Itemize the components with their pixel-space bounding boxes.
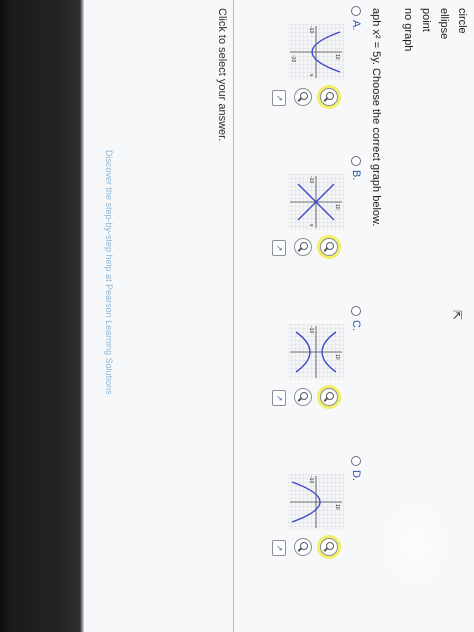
graph-a: 10 -10 x -10 bbox=[288, 24, 344, 80]
footer-note: Discover the step-by-step help at Pearso… bbox=[104, 150, 114, 395]
photo-stage: circle ellipse point no graph ⇱ aph x² =… bbox=[0, 0, 474, 632]
graph-d-tick-neg: -10 bbox=[308, 476, 314, 483]
choice-d-label: D. bbox=[349, 470, 362, 481]
radio-button-b[interactable] bbox=[350, 156, 361, 166]
option-no-graph[interactable]: no graph bbox=[402, 8, 414, 51]
click-to-select-note: Click to select your answer. bbox=[216, 8, 228, 142]
graph-a-tick-neg: -10 bbox=[308, 26, 314, 33]
zoom-a-secondary-icon[interactable] bbox=[294, 88, 312, 106]
graph-d-tick-pos: 10 bbox=[334, 504, 340, 510]
graph-b-tick-neg: -10 bbox=[308, 176, 314, 183]
question-text: aph x² = 5y. Choose the correct graph be… bbox=[370, 8, 382, 227]
graph-a-tick-pos: 10 bbox=[334, 54, 340, 60]
graph-b: 10 -10 x bbox=[288, 174, 344, 230]
pointer-cursor-icon: ⇱ bbox=[450, 310, 464, 321]
option-ellipse[interactable]: ellipse bbox=[438, 8, 450, 39]
choice-d[interactable]: D. 10 -10 ↗ bbox=[242, 456, 362, 606]
choice-c[interactable]: C. 10 -10 ↗ bbox=[242, 306, 362, 456]
graph-c: 10 -10 bbox=[288, 324, 344, 380]
radio-button-a[interactable] bbox=[350, 6, 361, 16]
graph-c-tick-neg: -10 bbox=[308, 326, 314, 333]
choice-c-label: C. bbox=[349, 320, 362, 331]
choice-a[interactable]: A. 10 -10 x -10 ↗ bbox=[242, 6, 362, 156]
zoom-c-icon[interactable] bbox=[320, 388, 338, 406]
zoom-b-secondary-icon[interactable] bbox=[294, 238, 312, 256]
choice-b-label: B. bbox=[349, 170, 362, 181]
screen-glare bbox=[380, 500, 450, 590]
graph-a-tick-neg-2: -10 bbox=[290, 55, 296, 62]
new-window-d-icon[interactable]: ↗ bbox=[272, 540, 286, 556]
zoom-d-icon[interactable] bbox=[320, 538, 338, 556]
graph-b-tick-pos: 10 bbox=[334, 204, 340, 210]
radio-button-d[interactable] bbox=[350, 456, 361, 466]
option-point[interactable]: point bbox=[420, 8, 432, 32]
graph-c-tick-pos: 10 bbox=[334, 354, 340, 360]
zoom-a-icon[interactable] bbox=[320, 88, 338, 106]
choice-a-label: A. bbox=[349, 20, 362, 31]
new-window-b-icon[interactable]: ↗ bbox=[272, 240, 286, 256]
zoom-d-secondary-icon[interactable] bbox=[294, 538, 312, 556]
graph-d: 10 -10 bbox=[288, 474, 344, 530]
zoom-c-secondary-icon[interactable] bbox=[294, 388, 312, 406]
option-circle[interactable]: circle bbox=[456, 8, 468, 34]
new-window-a-icon[interactable]: ↗ bbox=[272, 90, 286, 106]
choice-b[interactable]: B. 10 -10 x ↗ bbox=[242, 156, 362, 306]
radio-button-c[interactable] bbox=[350, 306, 361, 316]
zoom-b-icon[interactable] bbox=[320, 238, 338, 256]
new-window-c-icon[interactable]: ↗ bbox=[272, 390, 286, 406]
section-divider bbox=[233, 0, 234, 632]
